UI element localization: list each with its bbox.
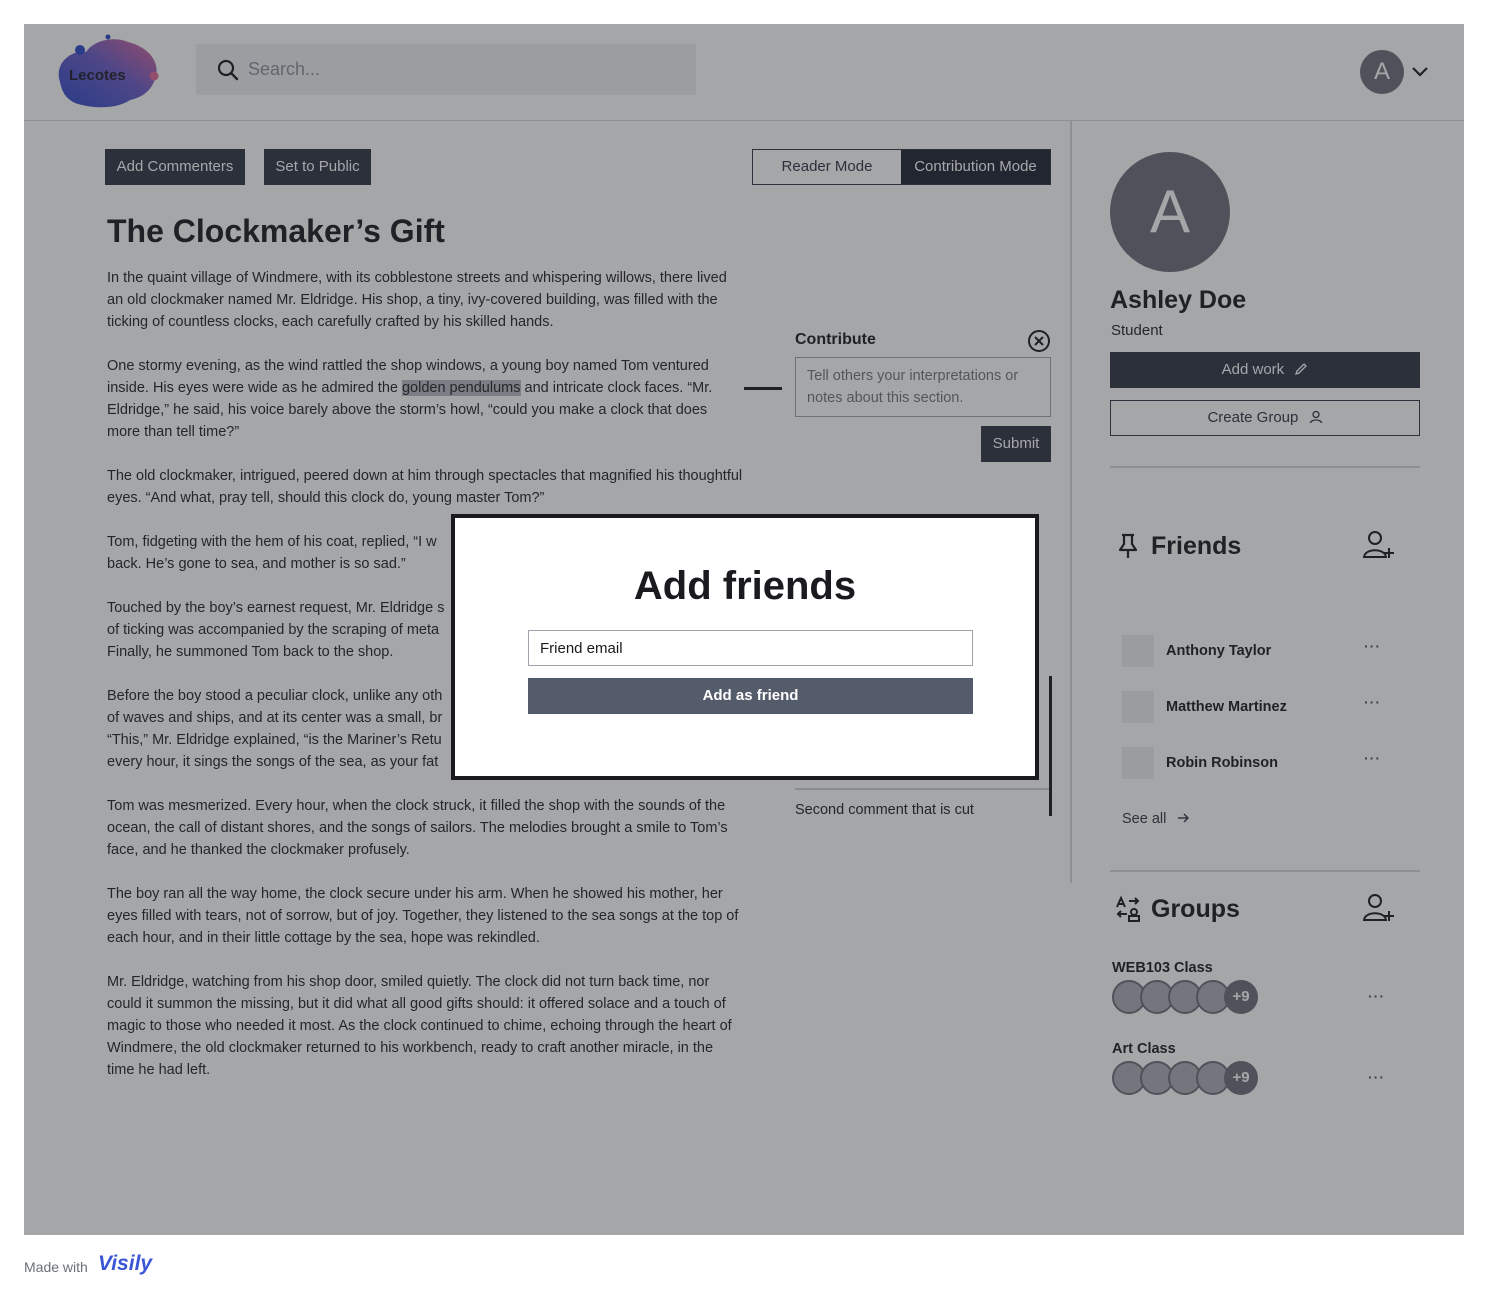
add-friends-modal: Add friends Add as friend <box>451 514 1039 780</box>
modal-title: Add friends <box>633 564 857 608</box>
app-frame: Lecotes A Add Commenters Set to Public R… <box>24 24 1464 1235</box>
visily-logo: Visily <box>98 1252 153 1275</box>
friend-email-input[interactable] <box>528 630 973 666</box>
add-as-friend-button[interactable]: Add as friend <box>528 678 973 714</box>
made-with-text: Made with <box>24 1259 88 1275</box>
